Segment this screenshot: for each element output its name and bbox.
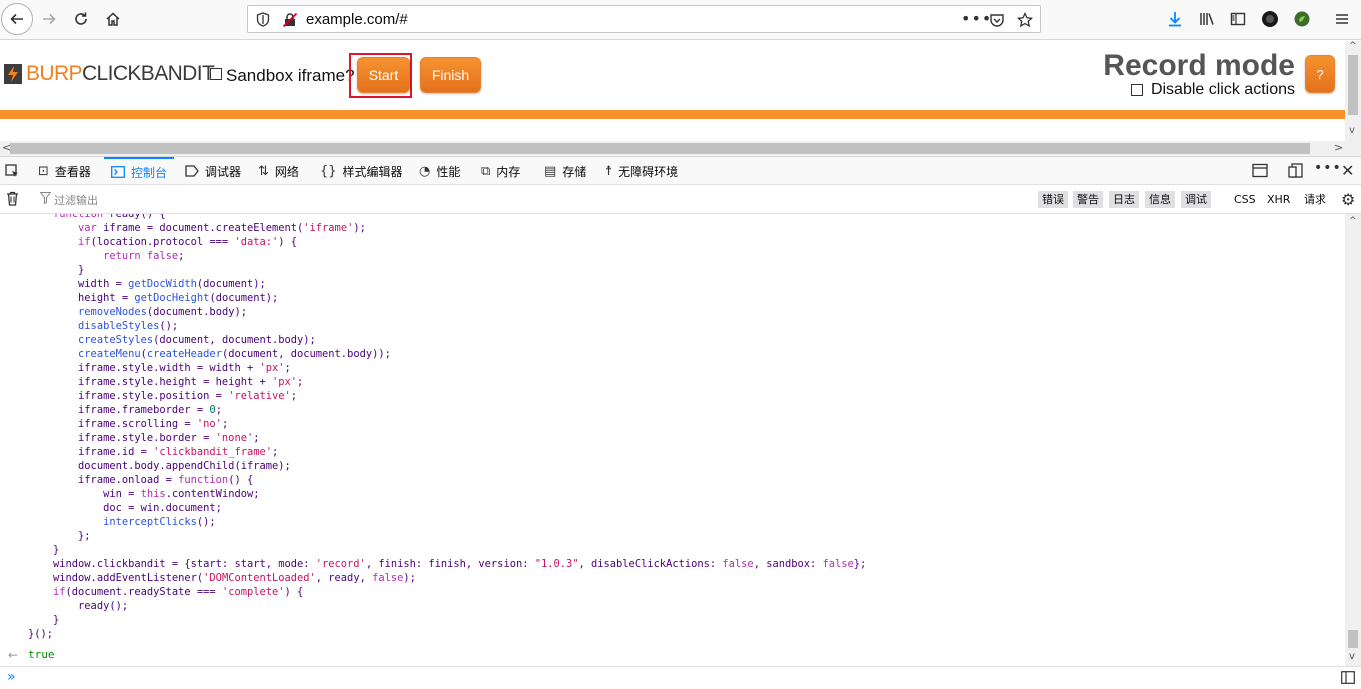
console-settings-icon[interactable]: ⚙ [1341,190,1355,209]
console-icon [111,166,125,178]
performance-icon: ◔ [419,163,431,179]
filter-errors[interactable]: 错误 [1038,191,1068,208]
console-scroll-thumb[interactable] [1348,630,1358,648]
browser-toolbar: example.com/# ••• [0,0,1361,40]
tab-console[interactable]: 控制台 [104,157,175,185]
page-horizontal-scrollbar[interactable]: < > [0,141,1345,156]
library-button[interactable] [1192,4,1222,34]
reload-button[interactable] [66,4,96,34]
menu-button[interactable] [1327,4,1357,34]
clickbandit-page: BURP CLICKBANDIT Sandbox iframe? Start Fi… [0,41,1345,156]
forward-button[interactable] [34,4,64,34]
pocket-icon[interactable] [989,12,1005,31]
network-icon: ⇅ [258,163,269,179]
console-result: true [28,648,55,661]
download-button[interactable] [1160,4,1190,34]
devtools-tabbar: ⊡ 查看器 控制台 调试器 ⇅ 网络 {} 样式编辑器 ◔ 性能 ⧉ 内存 ▤ 存储 ☨ 无障… [0,156,1361,185]
filter-warnings[interactable]: 警告 [1073,191,1103,208]
page-vertical-thumb[interactable] [1348,55,1358,115]
close-devtools-icon[interactable]: ✕ [1341,161,1354,180]
extension-icon [1294,11,1310,27]
inspector-icon: ⊡ [38,163,49,179]
accessibility-icon: ☨ [605,163,613,179]
result-arrow-icon: ← [8,648,19,662]
home-icon [105,11,121,27]
insecure-lock-icon[interactable] [282,12,298,31]
filter-icon [39,192,52,207]
tab-debugger[interactable]: 调试器 [185,157,241,185]
filter-xhr[interactable]: XHR [1263,191,1294,208]
tab-performance[interactable]: ◔ 性能 [419,157,460,185]
orange-divider [0,110,1345,119]
menu-icon [1334,11,1350,27]
console-scrollbar[interactable]: ^ v [1345,214,1361,666]
scroll-right-icon[interactable]: > [1334,141,1343,154]
filter-css[interactable]: CSS [1230,191,1260,208]
page-horizontal-thumb[interactable] [10,143,1310,154]
start-button[interactable]: Start [357,57,410,93]
storage-icon: ▤ [544,163,557,179]
url-bar[interactable]: example.com/# ••• [247,5,1041,33]
burp-logo: BURP CLICKBANDIT [4,62,215,85]
logo-clickbandit-text: CLICKBANDIT [81,62,215,85]
scroll-up-icon[interactable]: ^ [1349,41,1357,51]
editor-mode-icon[interactable] [1341,671,1355,687]
tab-style-editor[interactable]: {} 样式编辑器 [320,157,403,185]
finish-button[interactable]: Finish [420,57,481,93]
debugger-icon [185,165,199,177]
page-vertical-scrollbar[interactable]: ^ v [1345,41,1361,156]
console-input[interactable]: » [0,666,1361,689]
disable-click-label: Disable click actions [1150,81,1295,98]
filter-logs[interactable]: 日志 [1109,191,1139,208]
scroll-down-icon[interactable]: v [1349,125,1355,136]
filter-info[interactable]: 信息 [1145,191,1175,208]
tab-storage[interactable]: ▤ 存储 [544,157,586,185]
disable-click-checkbox[interactable] [1131,84,1143,96]
url-text[interactable]: example.com/# [306,11,408,28]
console-filter-bar: 过滤输出 错误 警告 日志 信息 调试 CSS XHR 请求 ⚙ [0,185,1361,214]
forward-icon [41,11,57,27]
tab-memory[interactable]: ⧉ 内存 [481,157,520,185]
back-icon [9,11,25,27]
sandbox-checkbox[interactable] [210,68,222,80]
element-picker-icon[interactable] [5,164,20,182]
tab-accessibility[interactable]: ☨ 无障碍环境 [605,157,678,185]
shield-icon[interactable] [256,12,270,30]
sidebar-button[interactable] [1223,4,1253,34]
star-icon[interactable] [1016,11,1034,31]
home-button[interactable] [98,4,128,34]
back-button[interactable] [1,3,33,35]
more-icon[interactable]: ••• [961,9,992,28]
tab-network[interactable]: ⇅ 网络 [258,157,299,185]
filter-debug[interactable]: 调试 [1181,191,1211,208]
library-icon [1199,11,1215,27]
sandbox-label: Sandbox iframe? [226,66,355,85]
burp-logo-icon [4,64,22,84]
avatar [1262,11,1278,27]
reload-icon [73,11,89,27]
filter-output-input[interactable]: 过滤输出 [54,192,98,208]
memory-icon: ⧉ [481,163,491,179]
prompt-chevron-icon: » [7,669,16,685]
filter-requests[interactable]: 请求 [1300,191,1330,208]
console-scroll-down-icon[interactable]: v [1349,651,1355,662]
trash-icon[interactable] [6,191,19,209]
download-icon [1167,11,1183,27]
console-output: function ready() { var iframe = document… [0,214,1345,666]
console-code-output: function ready() { var iframe = document… [28,214,867,640]
dock-icon[interactable] [1252,163,1268,181]
extension-button[interactable] [1287,4,1317,34]
tab-inspector[interactable]: ⊡ 查看器 [38,157,91,185]
devtools-more-icon[interactable]: ••• [1314,160,1342,176]
sidebar-icon [1230,11,1246,27]
record-mode-title: Record mode [1103,49,1295,82]
help-button[interactable]: ? [1305,55,1335,93]
separate-window-icon[interactable] [1288,163,1304,182]
account-button[interactable] [1255,4,1285,34]
style-editor-icon: {} [320,163,337,179]
console-scroll-up-icon[interactable]: ^ [1349,216,1357,226]
logo-burp-text: BURP [26,62,83,85]
